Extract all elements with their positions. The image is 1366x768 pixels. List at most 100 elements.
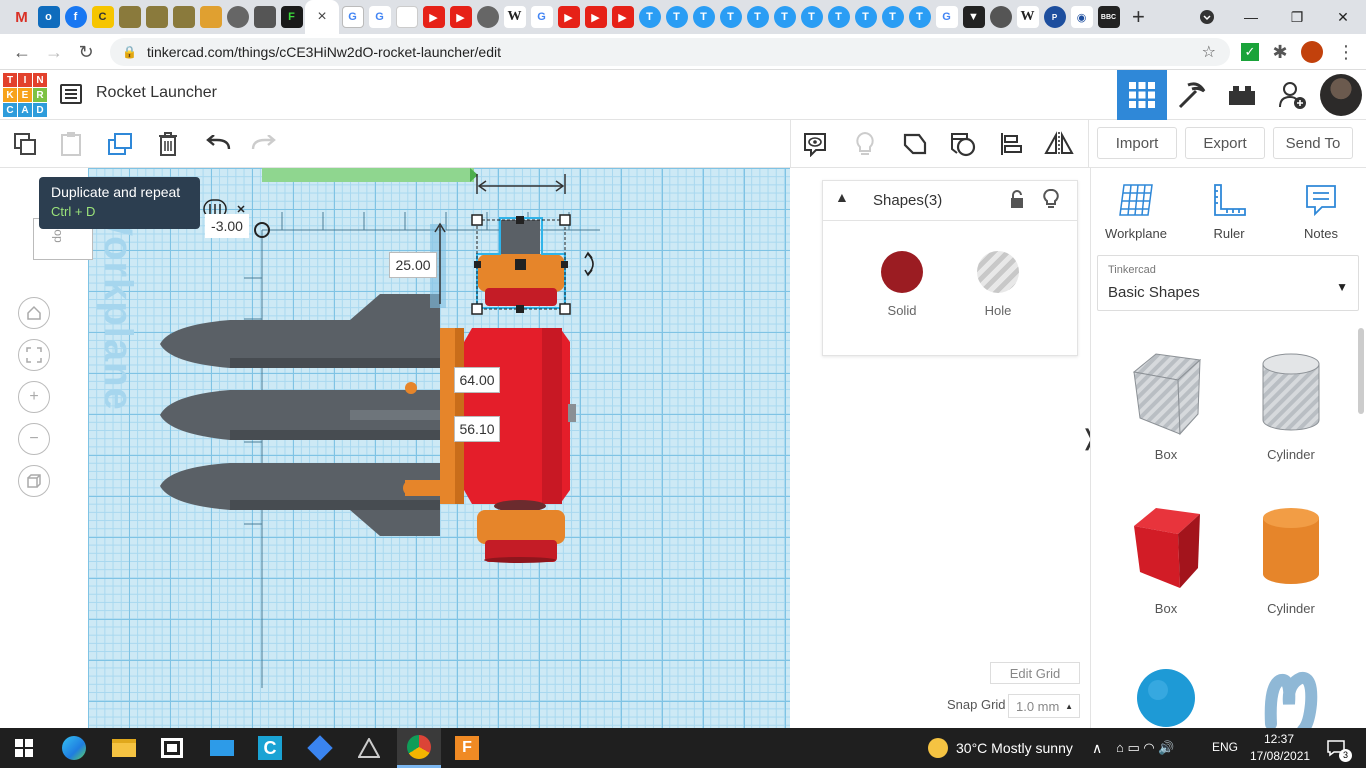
copy-icon[interactable] bbox=[8, 128, 42, 160]
shield-tab-icon[interactable] bbox=[253, 6, 276, 28]
weather-icon[interactable] bbox=[924, 734, 952, 762]
eye-tab-icon[interactable]: ◉ bbox=[1070, 6, 1093, 28]
forward-icon[interactable]: → bbox=[42, 40, 66, 64]
active-tab[interactable]: × bbox=[305, 0, 339, 34]
user-avatar[interactable] bbox=[1320, 74, 1362, 116]
wikipedia-tab-icon[interactable]: W bbox=[1016, 6, 1039, 28]
align-icon[interactable] bbox=[994, 128, 1028, 160]
close-window-icon[interactable]: ✕ bbox=[1320, 0, 1366, 34]
export-button[interactable]: Export bbox=[1185, 127, 1265, 159]
reload-icon[interactable]: ↻ bbox=[74, 40, 98, 64]
zoom-out-button[interactable]: − bbox=[18, 423, 50, 455]
import-button[interactable]: Import bbox=[1097, 127, 1177, 159]
edge-icon[interactable] bbox=[60, 734, 88, 762]
profile-icon[interactable] bbox=[1300, 40, 1324, 64]
google-tab-icon[interactable]: G bbox=[368, 6, 391, 28]
clock-time[interactable]: 12:37 bbox=[1264, 732, 1294, 746]
gmail-tab-icon[interactable]: M bbox=[11, 6, 33, 28]
youtube-tab-icon[interactable]: ▶ bbox=[584, 6, 607, 28]
f-app-icon[interactable]: F bbox=[453, 734, 481, 762]
bookmark-star-icon[interactable]: ☆ bbox=[1202, 42, 1216, 62]
google-tab-icon[interactable]: G bbox=[935, 6, 958, 28]
shape-tile-orange-cylinder[interactable]: Cylinder bbox=[1236, 504, 1346, 616]
ruler-tool[interactable]: Ruler bbox=[1194, 180, 1264, 241]
blank-tab-icon[interactable] bbox=[395, 6, 418, 28]
t-tab-icon[interactable]: T bbox=[800, 6, 823, 28]
undo-icon[interactable] bbox=[201, 128, 235, 160]
tab-search-icon[interactable] bbox=[1184, 0, 1230, 34]
redo-icon[interactable] bbox=[247, 128, 281, 160]
send-to-button[interactable]: Send To bbox=[1273, 127, 1353, 159]
snap-grid-select[interactable]: 1.0 mm ▲ bbox=[1008, 694, 1080, 718]
tab-close-icon[interactable]: × bbox=[317, 8, 326, 26]
notes-tool[interactable]: Notes bbox=[1286, 180, 1356, 241]
shape-tile-sphere[interactable] bbox=[1111, 664, 1221, 728]
length-field[interactable]: 64.00 bbox=[454, 367, 500, 393]
fit-view-button[interactable] bbox=[18, 339, 50, 371]
emblem-tab-icon[interactable] bbox=[118, 6, 141, 28]
x-position-field[interactable]: -3.00 bbox=[205, 214, 249, 238]
lock-shape-icon[interactable] bbox=[1009, 189, 1025, 214]
outlook-tab-icon[interactable]: o bbox=[37, 6, 60, 28]
solid-color-swatch[interactable] bbox=[881, 251, 923, 293]
f-tab-icon[interactable]: F bbox=[280, 6, 303, 28]
emblem-tab-icon[interactable] bbox=[172, 6, 195, 28]
shape-tile-scribble[interactable] bbox=[1236, 664, 1346, 728]
t-tab-icon[interactable]: T bbox=[638, 6, 661, 28]
google-tab-icon[interactable]: G bbox=[530, 6, 553, 28]
file-explorer-icon[interactable] bbox=[110, 734, 138, 762]
perspective-button[interactable] bbox=[18, 465, 50, 497]
bbc-tab-icon[interactable]: BBC bbox=[1097, 6, 1120, 28]
hole-swatch[interactable] bbox=[977, 251, 1019, 293]
facebook-tab-icon[interactable]: f bbox=[64, 6, 87, 28]
notes-visibility-icon[interactable] bbox=[798, 128, 832, 160]
diamond-app-icon[interactable] bbox=[306, 734, 334, 762]
height-field[interactable]: 25.00 bbox=[389, 252, 437, 278]
new-tab-button[interactable]: + bbox=[1132, 4, 1145, 30]
t-tab-icon[interactable]: T bbox=[881, 6, 904, 28]
youtube-tab-icon[interactable]: ▶ bbox=[611, 6, 634, 28]
language-indicator[interactable]: ENG bbox=[1212, 740, 1238, 754]
t-tab-icon[interactable]: T bbox=[746, 6, 769, 28]
url-field[interactable]: 🔒 tinkercad.com/things/cCE3HiNw2dO-rocke… bbox=[110, 38, 1230, 66]
t-tab-icon[interactable]: T bbox=[854, 6, 877, 28]
emblem-tab-icon[interactable] bbox=[145, 6, 168, 28]
chrome-tab-icon[interactable] bbox=[989, 6, 1012, 28]
delete-icon[interactable] bbox=[151, 128, 185, 160]
clock-date[interactable]: 17/08/2021 bbox=[1250, 749, 1310, 763]
t-tab-icon[interactable]: T bbox=[827, 6, 850, 28]
extension-check-icon[interactable]: ✓ bbox=[1238, 40, 1262, 64]
home-view-button[interactable] bbox=[18, 297, 50, 329]
add-user-button[interactable] bbox=[1267, 70, 1317, 120]
person-tab-icon[interactable] bbox=[199, 6, 222, 28]
windows-start-icon[interactable] bbox=[10, 734, 38, 762]
youtube-tab-icon[interactable]: ▶ bbox=[449, 6, 472, 28]
paste-icon[interactable] bbox=[54, 128, 88, 160]
t-tab-icon[interactable]: T bbox=[908, 6, 931, 28]
edit-grid-button[interactable]: Edit Grid bbox=[990, 662, 1080, 684]
weather-text[interactable]: 30°C Mostly sunny bbox=[956, 740, 1073, 756]
extensions-puzzle-icon[interactable]: ✱ bbox=[1268, 40, 1292, 64]
tray-icons[interactable]: ⌂ ▭ ◠ 🔊 bbox=[1116, 740, 1175, 756]
tray-chevron-icon[interactable]: ∧ bbox=[1092, 740, 1102, 757]
shield-tab-icon[interactable]: ▼ bbox=[962, 6, 985, 28]
shape-tile-hole-box[interactable]: Box bbox=[1111, 350, 1221, 462]
t-tab-icon[interactable]: T bbox=[719, 6, 742, 28]
ungroup-icon[interactable] bbox=[946, 128, 980, 160]
youtube-tab-icon[interactable]: ▶ bbox=[557, 6, 580, 28]
3d-design-view-button[interactable] bbox=[1117, 70, 1167, 120]
mirror-icon[interactable] bbox=[1042, 128, 1076, 160]
blocks-view-button[interactable] bbox=[1167, 70, 1217, 120]
chrome-taskbar-icon[interactable] bbox=[397, 728, 441, 768]
minimize-icon[interactable]: — bbox=[1228, 0, 1274, 34]
bricks-view-button[interactable] bbox=[1217, 70, 1267, 120]
width-field[interactable]: 56.10 bbox=[454, 416, 500, 442]
back-icon[interactable]: ← bbox=[10, 40, 34, 64]
triangle-app-icon[interactable] bbox=[355, 734, 383, 762]
t-tab-icon[interactable]: T bbox=[665, 6, 688, 28]
shape-tile-red-box[interactable]: Box bbox=[1111, 504, 1221, 616]
t-tab-icon[interactable]: T bbox=[692, 6, 715, 28]
p-tab-icon[interactable]: P bbox=[1043, 6, 1066, 28]
zoom-in-button[interactable]: + bbox=[18, 381, 50, 413]
shape-tile-hole-cylinder[interactable]: Cylinder bbox=[1236, 350, 1346, 462]
